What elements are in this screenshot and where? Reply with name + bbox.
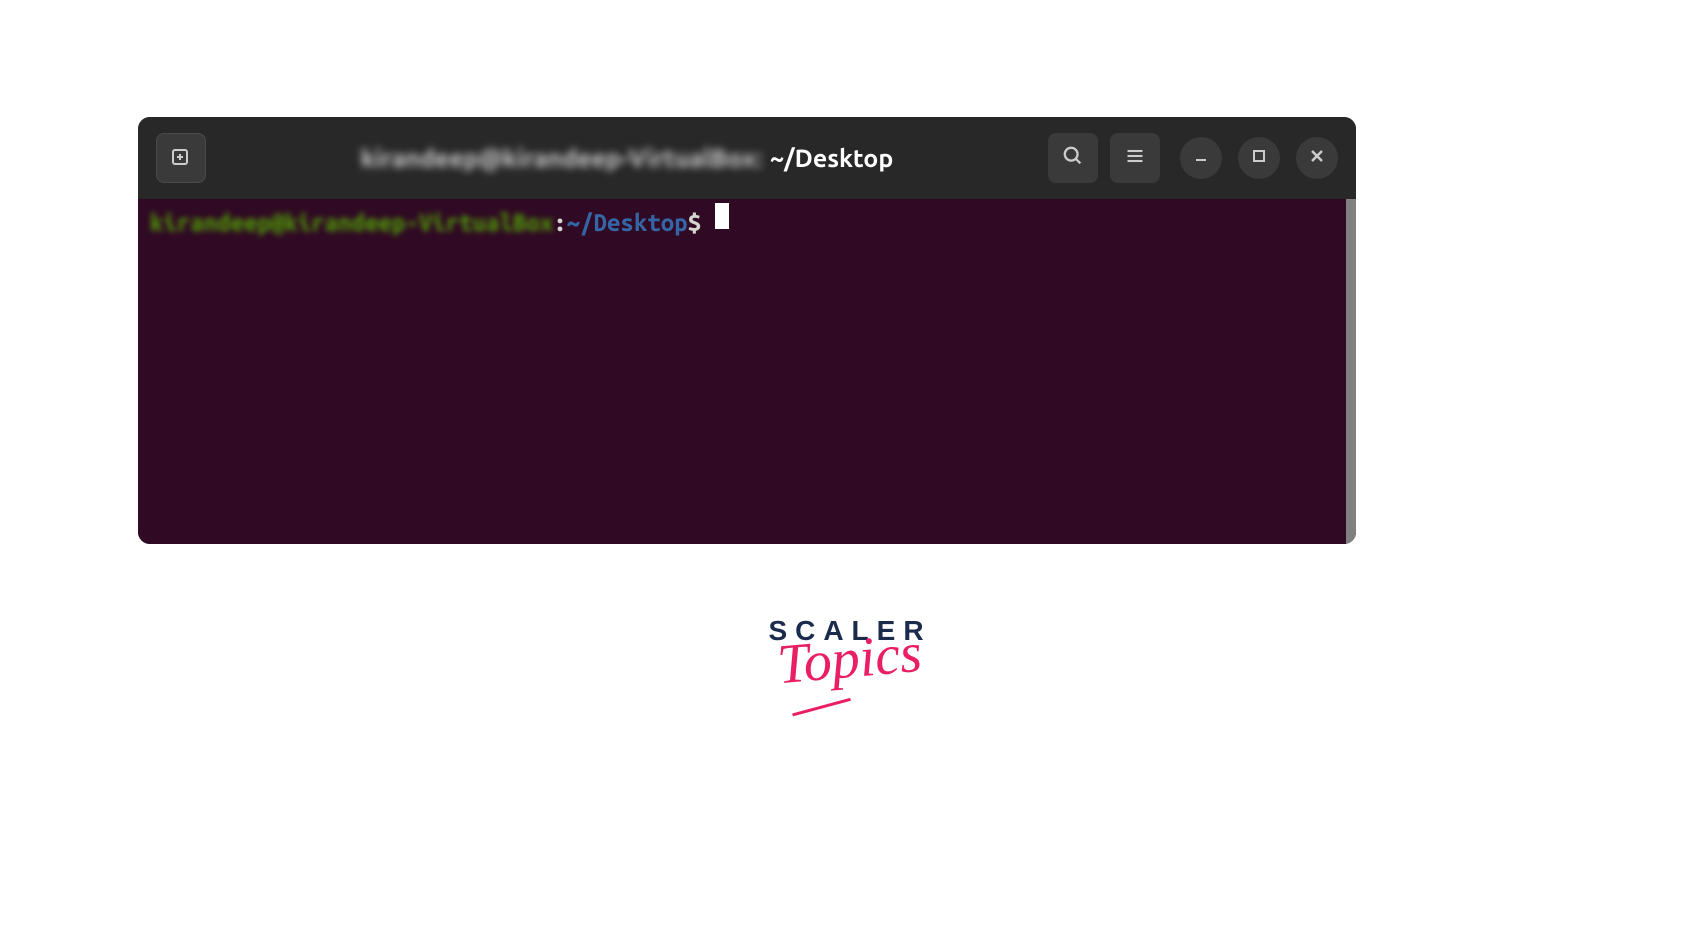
minimize-button[interactable] bbox=[1180, 137, 1222, 179]
search-icon bbox=[1062, 145, 1084, 171]
window-controls bbox=[1180, 137, 1338, 179]
terminal-body[interactable]: kirandeep@kirandeep-VirtualBox:~/Desktop… bbox=[138, 199, 1356, 544]
titlebar-right bbox=[1048, 133, 1338, 183]
minimize-icon bbox=[1194, 149, 1208, 167]
prompt-user-host: kirandeep@kirandeep-VirtualBox bbox=[150, 208, 553, 238]
titlebar: kirandeep@kirandeep-VirtualBox: ~/Deskto… bbox=[138, 117, 1356, 199]
menu-button[interactable] bbox=[1110, 133, 1160, 183]
logo-text-topics: Topics bbox=[775, 621, 924, 697]
scrollbar[interactable] bbox=[1346, 199, 1356, 544]
new-tab-icon bbox=[169, 144, 193, 172]
titlebar-left bbox=[156, 133, 206, 183]
search-button[interactable] bbox=[1048, 133, 1098, 183]
prompt-colon: : bbox=[553, 208, 566, 238]
terminal-window: kirandeep@kirandeep-VirtualBox: ~/Deskto… bbox=[138, 117, 1356, 544]
new-tab-button[interactable] bbox=[156, 133, 206, 183]
title-path: ~/Desktop bbox=[770, 144, 893, 172]
prompt-path: ~/Desktop bbox=[567, 208, 688, 238]
prompt-line: kirandeep@kirandeep-VirtualBox:~/Desktop… bbox=[150, 205, 1344, 238]
close-icon bbox=[1310, 149, 1324, 167]
title-user-host: kirandeep@kirandeep-VirtualBox: bbox=[361, 144, 762, 172]
titlebar-title: kirandeep@kirandeep-VirtualBox: ~/Deskto… bbox=[216, 144, 1038, 172]
maximize-icon bbox=[1252, 149, 1266, 167]
prompt-dollar: $ bbox=[688, 208, 701, 238]
close-button[interactable] bbox=[1296, 137, 1338, 179]
hamburger-icon bbox=[1125, 146, 1145, 170]
cursor bbox=[715, 203, 729, 229]
maximize-button[interactable] bbox=[1238, 137, 1280, 179]
scaler-topics-logo: SCALER Topics bbox=[768, 615, 931, 691]
